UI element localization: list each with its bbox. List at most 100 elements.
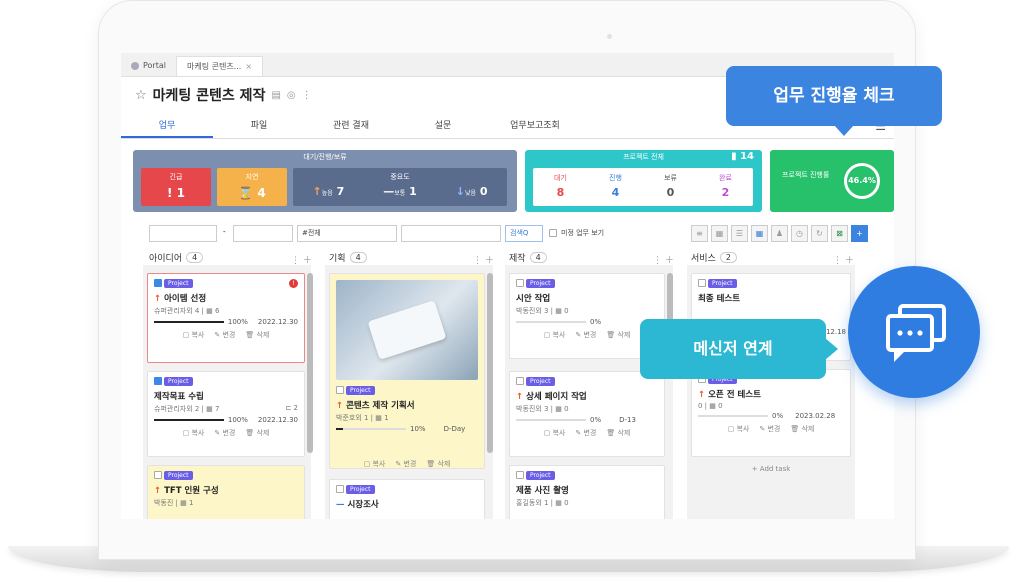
delete-action[interactable]: 🗑 삭제: [606, 330, 630, 340]
waiting-header: 대기/진행/보류: [303, 153, 347, 161]
card-checkbox[interactable]: [698, 279, 706, 287]
card-checkbox[interactable]: [154, 279, 162, 287]
status-done[interactable]: 완료 2: [698, 168, 753, 206]
card-title: 콘텐츠 제작 기획서: [346, 401, 415, 411]
tab-approvals[interactable]: 관련 결재: [305, 113, 397, 138]
card-checkbox[interactable]: [516, 279, 524, 287]
urgent-value: ! 1: [167, 186, 185, 200]
rate-panel: 프로젝트 진행률 46.4%: [770, 150, 894, 212]
project-total: ▮ 14: [731, 151, 754, 162]
copy-action[interactable]: ▢ 복사: [183, 428, 205, 438]
card-idea2[interactable]: Project 제작목표 수립 슈퍼관리자외 2 | ▦ 7 ⊏ 2 100% 20…: [147, 371, 305, 457]
card-plan1[interactable]: Project ↑ 콘텐츠 제작 기획서 박준호외 1 | ▦ 1 10% D-D…: [329, 273, 485, 469]
status-waiting[interactable]: 대기 8: [533, 168, 588, 206]
card-make3[interactable]: Project 제품 사진 촬영 홍길동외 1 | ▦ 0: [509, 465, 665, 519]
search-button[interactable]: 검색Q: [505, 225, 543, 242]
tab-portal[interactable]: Portal: [121, 56, 176, 76]
delay-box[interactable]: 지연 ⌛ 4: [217, 168, 287, 206]
date-to-input[interactable]: [233, 225, 293, 242]
imp-low[interactable]: ↓낮음 0: [456, 185, 488, 198]
status-done-label: 완료: [719, 174, 732, 182]
document-icon[interactable]: ▤: [271, 90, 280, 101]
delete-action[interactable]: 🗑 삭제: [606, 428, 630, 438]
card-meta: 박동진외 3 | ▦ 0: [516, 307, 569, 315]
card-checkbox[interactable]: [516, 377, 524, 385]
card-checkbox[interactable]: [516, 471, 524, 479]
add-icon[interactable]: +: [851, 225, 868, 242]
project-badge: Project: [526, 471, 555, 480]
delete-label: 삭제: [617, 331, 631, 339]
edit-action[interactable]: ✎ 변경: [214, 428, 235, 438]
tab-report[interactable]: 업무보고조회: [489, 113, 581, 138]
col-idea-scrollbar[interactable]: [307, 273, 313, 453]
card-checkbox[interactable]: [336, 485, 344, 493]
imp-high[interactable]: ↑높음 7: [312, 185, 344, 198]
tab-marketing[interactable]: 마케팅 콘텐츠... ×: [175, 56, 264, 77]
chat-icon[interactable]: ◎: [287, 90, 296, 101]
clock-icon[interactable]: ◷: [791, 225, 808, 242]
card-plan2[interactable]: Project — 시장조사: [329, 479, 485, 519]
edit-action[interactable]: ✎ 변경: [214, 330, 235, 340]
copy-label: 복사: [191, 331, 205, 339]
imp-mid[interactable]: —보통 1: [383, 185, 417, 198]
col-plan-scrollbar[interactable]: [487, 273, 493, 453]
star-icon[interactable]: ☆: [135, 88, 147, 103]
card-progress: 0% D-13: [516, 416, 658, 424]
copy-label: 복사: [552, 429, 566, 437]
gantt-view-icon[interactable]: ≡: [691, 225, 708, 242]
delete-action[interactable]: 🗑 삭제: [790, 424, 814, 434]
tag-select[interactable]: #전체: [297, 225, 397, 242]
card-idea3[interactable]: Project ↑ TFT 인원 구성 박동진 | ▦ 1: [147, 465, 305, 519]
close-icon[interactable]: ×: [245, 57, 252, 77]
card-checkbox[interactable]: [336, 386, 344, 394]
excel-icon[interactable]: ⊠: [831, 225, 848, 242]
priority-up-icon: ↑: [698, 390, 709, 400]
col-make-name: 제작: [509, 254, 526, 264]
calendar-view-icon[interactable]: ▦: [711, 225, 728, 242]
alert-icon: !: [289, 279, 298, 288]
card-date: 2022.12.30: [257, 318, 298, 326]
card-idea1[interactable]: Project! ↑ 아이템 선정 슈퍼관리자외 4 | ▦ 6 100% 202…: [147, 273, 305, 363]
copy-action[interactable]: ▢ 복사: [728, 424, 750, 434]
card-title: 제작목표 수립: [154, 392, 204, 402]
card-checkbox[interactable]: [154, 471, 162, 479]
user-view-icon[interactable]: ♟: [771, 225, 788, 242]
copy-action[interactable]: ▢ 복사: [544, 428, 566, 438]
priority-up-icon: ↑: [154, 294, 165, 304]
add-task-button[interactable]: + Add task: [691, 465, 851, 473]
card-svc2[interactable]: Project ↑ 오픈 전 테스트 0 | ▦ 0 0% 2023.02.28 …: [691, 369, 851, 457]
delete-action[interactable]: 🗑 삭제: [426, 459, 450, 469]
card-title: 시안 작업: [516, 294, 551, 304]
delete-action[interactable]: 🗑 삭제: [245, 330, 269, 340]
copy-action[interactable]: ▢ 복사: [544, 330, 566, 340]
list-view-icon[interactable]: ☰: [731, 225, 748, 242]
edit-action[interactable]: ✎ 변경: [575, 330, 596, 340]
card-make2[interactable]: Project ↑ 상세 페이지 작업 박동진외 3 | ▦ 0 0% D-13 …: [509, 371, 665, 457]
board-view-icon[interactable]: ▦: [751, 225, 768, 242]
edit-action[interactable]: ✎ 변경: [575, 428, 596, 438]
tab-tasks[interactable]: 업무: [121, 113, 213, 138]
status-hold[interactable]: 보류 0: [643, 168, 698, 206]
copy-action[interactable]: ▢ 복사: [364, 459, 386, 469]
date-from-input[interactable]: [149, 225, 217, 242]
priority-up-icon: ↑: [336, 401, 347, 411]
search-input[interactable]: [401, 225, 501, 242]
tab-files[interactable]: 파일: [213, 113, 305, 138]
urgent-box[interactable]: 긴급 ! 1: [141, 168, 211, 206]
edit-action[interactable]: ✎ 변경: [395, 459, 416, 469]
refresh-icon[interactable]: ↻: [811, 225, 828, 242]
card-title: 오픈 전 테스트: [708, 390, 761, 400]
project-badge: Project: [164, 279, 193, 288]
urgent-label: 긴급: [169, 173, 183, 181]
copy-action[interactable]: ▢ 복사: [183, 330, 205, 340]
status-progress[interactable]: 진행 4: [588, 168, 643, 206]
delete-action[interactable]: 🗑 삭제: [245, 428, 269, 438]
tab-survey[interactable]: 설문: [397, 113, 489, 138]
edit-action[interactable]: ✎ 변경: [759, 424, 780, 434]
copy-label: 복사: [191, 429, 205, 437]
unassigned-checkbox[interactable]: [549, 229, 557, 237]
card-pct: 0%: [772, 412, 784, 420]
card-pct: 10%: [410, 425, 426, 433]
card-checkbox[interactable]: [154, 377, 162, 385]
more-icon[interactable]: ⋮: [302, 90, 312, 101]
